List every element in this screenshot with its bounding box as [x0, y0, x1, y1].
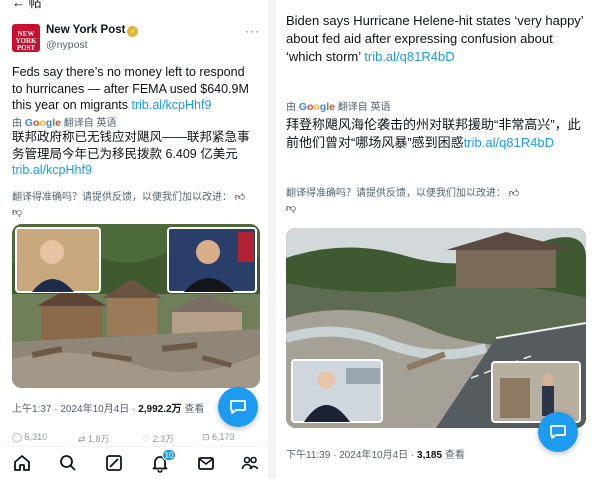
tweet-body: Feds say there’s no money left to respon…	[12, 65, 249, 112]
notification-badge: 10	[162, 449, 176, 461]
tweet-photo-collage[interactable]	[286, 228, 586, 428]
verified-badge-icon: ✓	[127, 26, 139, 37]
feedback-text: 翻译得准确吗？请提供反馈，以便我们加以改进：	[12, 192, 232, 203]
translated-text: 拜登称飓风海伦袭击的州对联邦援助“非常高兴”，此前他们曾对“哪场风暴”感到困惑t…	[286, 116, 582, 151]
views-label: 查看	[444, 450, 465, 461]
translation-feedback: 翻译得准确吗？请提供反馈，以便我们加以改进： 👍︎ 👎︎	[12, 190, 262, 220]
tweet-metadata: 上午1:37 · 2024年10月4日 · 2,992.2万 查看	[12, 404, 205, 415]
bottom-navigation: 10	[0, 446, 268, 479]
more-options-icon[interactable]: ···	[245, 24, 260, 38]
reply-count[interactable]: ◯ 5,310	[12, 432, 47, 443]
chat-bubble-icon	[230, 400, 246, 414]
notifications-icon[interactable]: 10	[150, 449, 176, 475]
translated-text: 联邦政府称已无钱应对飓风——联邦紧急事务管理局今年已为移民拨款 6.409 亿美…	[12, 129, 260, 179]
thumbs-down-icon[interactable]: 👎︎	[286, 201, 296, 216]
translation-feedback: 翻译得准确吗？请提供反馈，以便我们加以改进： 👍︎ 👎︎	[286, 186, 592, 216]
messages-icon[interactable]	[196, 453, 218, 475]
tweet-time: 上午1:37	[12, 404, 52, 415]
tweet-date: 2024年10月4日	[339, 450, 409, 461]
bookmark-count[interactable]: ⊡ 6,173	[202, 432, 235, 443]
tweet-date: 2024年10月4日	[60, 404, 130, 415]
right-tweet-panel: Biden says Hurricane Helene-hit states ‘…	[276, 0, 600, 479]
translated-link[interactable]: trib.al/q81R4bD	[464, 135, 554, 150]
translation-source: 由 Google 翻译自 英语	[12, 114, 117, 129]
engagement-bar: ◯ 5,310 ⇄ 1.8万 ♡ 2.3万 ⊡ 6,173	[12, 432, 260, 444]
author-name[interactable]: New York Post ✓	[46, 24, 139, 37]
tweet-text: Biden says Hurricane Helene-hit states ‘…	[286, 12, 586, 66]
back-header[interactable]: ← 帖	[12, 0, 42, 11]
tweet-time: 下午11:39	[286, 450, 331, 461]
thumbs-up-icon[interactable]: 👍︎	[509, 186, 519, 201]
google-logo-icon: Google	[24, 117, 61, 129]
views-label: 查看	[184, 404, 205, 415]
view-count: 3,185	[417, 450, 443, 461]
chat-bubble-icon	[550, 425, 566, 439]
translation-prefix: 由	[12, 118, 22, 129]
tweet-author[interactable]: NEW YORK POST New York Post ✓ @nypost ···	[12, 24, 260, 56]
translated-link[interactable]: trib.al/kcpHhf9	[12, 163, 92, 177]
flood-damage-photo	[286, 228, 586, 428]
tweet-metadata: 下午11:39 · 2024年10月4日 · 3,185 查看	[286, 450, 465, 461]
grok-icon[interactable]	[104, 453, 126, 475]
tweet-photo-collage[interactable]	[12, 224, 260, 388]
panel-divider	[268, 0, 276, 479]
left-tweet-panel: ← 帖 NEW YORK POST New York Post ✓ @nypost…	[0, 0, 268, 479]
tweet-link[interactable]: trib.al/q81R4bD	[364, 49, 454, 64]
thumbs-up-icon[interactable]: 👍︎	[235, 190, 245, 205]
thumbs-down-icon[interactable]: 👎︎	[12, 205, 22, 220]
compose-fab-button[interactable]	[538, 412, 578, 452]
communities-icon[interactable]	[240, 453, 262, 475]
google-logo-icon: Google	[298, 101, 335, 113]
feedback-text: 翻译得准确吗？请提供反馈，以便我们加以改进：	[286, 188, 506, 199]
translation-source: 由 Google 翻译自 英语	[286, 98, 391, 113]
search-icon[interactable]	[58, 453, 80, 475]
author-handle: @nypost	[46, 39, 88, 51]
repost-count[interactable]: ⇄ 1.8万	[78, 432, 110, 445]
compose-fab-button[interactable]	[218, 387, 258, 427]
author-name-text: New York Post	[46, 24, 126, 36]
tweet-link[interactable]: trib.al/kcpHhf9	[132, 98, 212, 112]
translation-language: 翻译自 英语	[63, 118, 117, 129]
translation-language: 翻译自 英语	[337, 102, 391, 113]
like-count[interactable]: ♡ 2.3万	[142, 432, 174, 445]
view-count: 2,992.2万	[138, 404, 182, 415]
flood-damage-photo	[12, 224, 260, 388]
nypost-avatar[interactable]: NEW YORK POST	[12, 24, 40, 52]
home-icon[interactable]	[12, 453, 34, 475]
tweet-text: Feds say there’s no money left to respon…	[12, 64, 258, 114]
translation-prefix: 由	[286, 102, 296, 113]
translated-body: 联邦政府称已无钱应对飓风——联邦紧急事务管理局今年已为移民拨款 6.409 亿美…	[12, 130, 250, 161]
